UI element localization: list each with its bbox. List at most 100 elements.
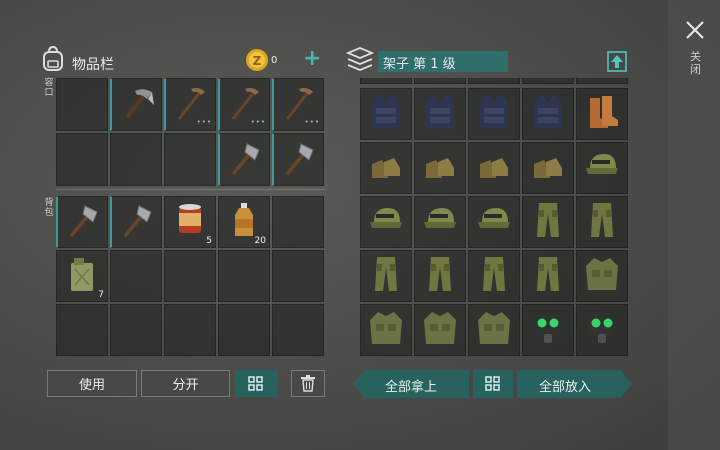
item-slot[interactable] xyxy=(576,196,628,248)
item-slot[interactable] xyxy=(360,142,412,194)
backpack-icon xyxy=(43,46,63,71)
item-slot[interactable] xyxy=(110,78,162,131)
cap-icon xyxy=(582,146,622,190)
empty-slot[interactable] xyxy=(110,133,162,186)
pants-icon xyxy=(582,200,622,244)
item-slot-partial[interactable] xyxy=(468,78,520,84)
item-slot[interactable]: 5 xyxy=(164,196,216,248)
gasmask-icon xyxy=(528,308,568,352)
item-slot[interactable]: ••• xyxy=(272,78,324,131)
item-slot-partial[interactable] xyxy=(414,78,466,84)
item-slot[interactable] xyxy=(360,250,412,302)
empty-slot[interactable] xyxy=(164,250,216,302)
empty-slot[interactable] xyxy=(218,304,270,356)
vest-icon xyxy=(420,92,460,136)
item-slot[interactable] xyxy=(522,250,574,302)
container-grid: ••• ••• ••• xyxy=(56,78,324,186)
boots-leather-icon xyxy=(582,92,622,136)
hatchet-icon xyxy=(117,200,157,244)
item-slot-partial[interactable] xyxy=(360,78,412,84)
vest-icon xyxy=(474,92,514,136)
close-button[interactable]: 关闭 xyxy=(681,18,709,88)
container-section-label: 容口 xyxy=(44,78,54,98)
shelf-grid xyxy=(360,88,628,356)
item-slot[interactable] xyxy=(360,196,412,248)
empty-slot[interactable] xyxy=(272,250,324,302)
item-slot[interactable] xyxy=(414,304,466,356)
trash-button[interactable] xyxy=(291,370,325,397)
cap-icon xyxy=(366,200,406,244)
item-slot[interactable] xyxy=(414,196,466,248)
grid-sort-icon xyxy=(485,376,500,391)
item-slot[interactable] xyxy=(468,250,520,302)
shelf-title-bar: 架子 第 1 级 xyxy=(378,51,508,72)
sort-inventory-button[interactable] xyxy=(235,370,277,397)
item-slot[interactable] xyxy=(576,250,628,302)
item-slot[interactable] xyxy=(360,304,412,356)
item-slot[interactable] xyxy=(522,88,574,140)
item-slot[interactable]: ••• xyxy=(164,78,216,131)
pants-icon xyxy=(474,254,514,298)
section-divider xyxy=(56,189,325,190)
item-slot[interactable] xyxy=(414,250,466,302)
item-slot[interactable] xyxy=(468,142,520,194)
item-slot[interactable] xyxy=(522,304,574,356)
jacket-icon xyxy=(582,254,622,298)
add-coins-button[interactable]: + xyxy=(303,46,321,71)
item-slot[interactable] xyxy=(576,304,628,356)
item-slot[interactable] xyxy=(414,142,466,194)
shelf-scroll-area[interactable] xyxy=(358,78,628,356)
empty-slot[interactable] xyxy=(218,250,270,302)
take-all-label: 全部拿上 xyxy=(385,380,438,395)
empty-slot[interactable] xyxy=(56,304,108,356)
empty-slot[interactable] xyxy=(164,304,216,356)
boots-icon xyxy=(528,146,568,190)
coin-count: 0 xyxy=(271,55,278,66)
empty-slot[interactable] xyxy=(110,304,162,356)
item-slot[interactable] xyxy=(522,196,574,248)
item-slot[interactable] xyxy=(272,133,324,186)
empty-slot[interactable] xyxy=(56,133,108,186)
item-slot[interactable] xyxy=(576,88,628,140)
item-slot[interactable] xyxy=(218,133,270,186)
item-slot[interactable] xyxy=(56,196,108,248)
empty-slot[interactable] xyxy=(164,133,216,186)
sort-shelf-button[interactable] xyxy=(473,370,513,398)
use-button[interactable]: 使用 xyxy=(47,370,137,397)
upgrade-button[interactable] xyxy=(607,51,627,72)
item-slot[interactable] xyxy=(576,142,628,194)
backpack-section-label: 背包 xyxy=(44,198,54,218)
shelf-icon xyxy=(346,47,374,71)
item-slot[interactable] xyxy=(468,196,520,248)
upgrade-icon xyxy=(607,51,627,72)
shelf-title: 架子 第 1 级 xyxy=(383,57,456,72)
gasmask-icon xyxy=(582,308,622,352)
item-slot[interactable] xyxy=(468,88,520,140)
trash-icon xyxy=(301,375,315,392)
empty-slot[interactable] xyxy=(272,196,324,248)
item-slot[interactable] xyxy=(110,196,162,248)
durability-dots: ••• xyxy=(304,118,320,126)
item-slot[interactable] xyxy=(414,88,466,140)
empty-slot[interactable] xyxy=(110,250,162,302)
backpack-grid: 5 20 7 xyxy=(56,196,324,356)
empty-slot[interactable] xyxy=(56,78,108,131)
split-button[interactable]: 分开 xyxy=(141,370,230,397)
take-all-button[interactable]: 全部拿上 xyxy=(353,370,469,398)
durability-dots: ••• xyxy=(250,118,266,126)
item-slot-partial[interactable] xyxy=(522,78,574,84)
durability-dots: ••• xyxy=(196,118,212,126)
empty-slot[interactable] xyxy=(272,304,324,356)
item-slot[interactable] xyxy=(522,142,574,194)
grid-sort-icon xyxy=(248,375,263,391)
vest-icon xyxy=(366,92,406,136)
item-slot[interactable]: 7 xyxy=(56,250,108,302)
item-slot[interactable]: ••• xyxy=(218,78,270,131)
item-slot[interactable] xyxy=(468,304,520,356)
item-slot[interactable] xyxy=(360,88,412,140)
item-slot[interactable]: 20 xyxy=(218,196,270,248)
item-slot-partial[interactable] xyxy=(576,78,628,84)
pants-icon xyxy=(528,200,568,244)
boots-icon xyxy=(420,146,460,190)
put-all-button[interactable]: 全部放入 xyxy=(517,370,632,398)
